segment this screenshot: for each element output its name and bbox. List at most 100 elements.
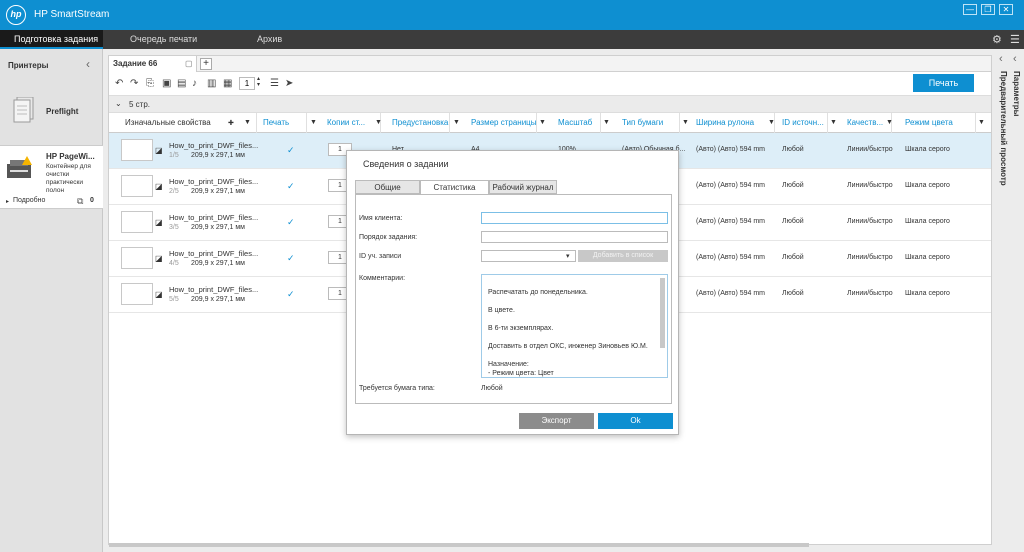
column-roll-width[interactable]: Ширина рулона [692, 113, 775, 133]
column-copies[interactable]: Копии ст... [323, 113, 381, 133]
column-print[interactable]: Печать [259, 113, 307, 133]
account-id-select[interactable]: ▾ [481, 250, 576, 262]
column-quality[interactable]: Качеств... [843, 113, 892, 133]
comments-scrollbar[interactable] [660, 278, 665, 348]
undo-icon[interactable]: ↶ [115, 78, 123, 89]
dialog-title: Сведения о задании [363, 159, 449, 169]
save-icon[interactable]: ▣ [162, 78, 171, 89]
client-name-input[interactable] [481, 212, 668, 224]
copy-icon: ⧉ [77, 196, 84, 206]
menu-print-queue[interactable]: Очередь печати [130, 30, 197, 49]
column-original-properties[interactable]: Изначальные свойства [121, 113, 257, 133]
roll-width-value: (Авто) (Авто) 594 mm [696, 290, 766, 297]
details-link[interactable]: Подробно [13, 197, 45, 204]
pin-icon[interactable]: ✚ [228, 119, 234, 127]
close-icon[interactable]: ✕ [999, 4, 1013, 15]
page-icon: ◪ [155, 290, 163, 299]
column-color-mode[interactable]: Режим цвета [901, 113, 976, 133]
filter-icon[interactable]: ▼ [539, 119, 546, 126]
filter-icon[interactable]: ▼ [978, 119, 985, 126]
preflight-label: Preflight [46, 107, 79, 116]
preflight-item[interactable]: Preflight [0, 93, 103, 141]
column-scale[interactable]: Масштаб [554, 113, 601, 133]
menu-archive[interactable]: Архив [257, 30, 282, 49]
page-thumbnail [121, 139, 153, 161]
tab-parameters[interactable]: Параметры [1012, 71, 1021, 116]
restore-icon[interactable]: ❐ [981, 4, 995, 15]
table-header: Изначальные свойства ✚ ▼ Печать ▼ Копии … [109, 113, 991, 133]
chevron-down-icon[interactable]: ⌄ [115, 99, 122, 108]
add-file-icon[interactable]: ⎘ [146, 78, 154, 89]
menu-job-preparation[interactable]: Подготовка задания [0, 30, 103, 49]
clipboard-icon[interactable]: ▥ [207, 78, 216, 89]
print-button[interactable]: Печать [913, 74, 974, 92]
ok-button[interactable]: Ok [598, 413, 673, 429]
page-count-label: 5 стр. [129, 100, 151, 109]
minimize-icon[interactable]: — [963, 4, 977, 15]
check-icon[interactable]: ✓ [287, 289, 295, 300]
gear-icon[interactable]: ⚙ [992, 33, 1002, 46]
filter-icon[interactable]: ▼ [830, 119, 837, 126]
quality-value: Линии/быстро [847, 218, 893, 225]
redo-icon[interactable]: ↷ [130, 78, 138, 89]
check-icon[interactable]: ✓ [287, 217, 295, 228]
page-size-info: 209,9 x 297,1 мм [191, 152, 245, 159]
tab-work-log[interactable]: Рабочий журнал [489, 180, 557, 194]
chevron-down-icon[interactable]: ▾ [566, 252, 570, 260]
file-name: How_to_print_DWF_files... [169, 177, 259, 186]
page-stepper-icon[interactable]: ▴ ▾ [257, 76, 260, 88]
page-size-info: 209,9 x 297,1 мм [191, 296, 245, 303]
filter-icon[interactable]: ▼ [310, 119, 317, 126]
client-name-label: Имя клиента: [359, 215, 403, 222]
check-icon[interactable]: ✓ [287, 181, 295, 192]
check-icon[interactable]: ✓ [287, 145, 295, 156]
column-source-id[interactable]: ID источн... [778, 113, 828, 133]
printer-item[interactable]: HP PageWi... Контейнер для очистки практ… [0, 145, 103, 209]
chevron-left-icon[interactable]: ‹ [1013, 53, 1017, 65]
column-paper-type[interactable]: Тип бумаги [618, 113, 680, 133]
expand-details-icon[interactable]: ▸ [6, 198, 9, 205]
job-tabs: Задание 66 ▢ + [109, 56, 991, 72]
tab-job-66[interactable]: Задание 66 ▢ [109, 56, 197, 72]
printer-count: 0 [90, 197, 94, 204]
menu-icon[interactable]: ☰ [1010, 33, 1020, 46]
tab-preview[interactable]: Предварительный просмотр [999, 71, 1008, 186]
printer-name: HP PageWi... [46, 152, 95, 161]
list-icon[interactable]: ☰ [270, 78, 279, 89]
printers-header: Принтеры ‹ [0, 49, 103, 79]
filter-icon[interactable]: ▼ [375, 119, 382, 126]
tab-statistics[interactable]: Статистика [420, 180, 489, 195]
page-thumbnail [121, 283, 153, 305]
export-button[interactable]: Экспорт [519, 413, 594, 429]
color-mode-value: Шкала серого [905, 182, 950, 189]
right-side-tabs: ‹ ‹ Предварительный просмотр Параметры [997, 49, 1024, 552]
add-to-list-button[interactable]: Добавить в список [578, 250, 668, 262]
bell-icon[interactable]: ♪ [192, 78, 197, 89]
column-page-size[interactable]: Размер страницы [467, 113, 537, 133]
filter-icon[interactable]: ▼ [603, 119, 610, 126]
close-tab-icon[interactable]: ▢ [185, 56, 193, 72]
column-preset[interactable]: Предустановка [388, 113, 450, 133]
filter-icon[interactable]: ▼ [886, 119, 893, 126]
job-order-input[interactable] [481, 231, 668, 243]
quality-value: Линии/быстро [847, 182, 893, 189]
chevron-left-icon[interactable]: ‹ [999, 53, 1003, 65]
horizontal-scrollbar[interactable] [109, 543, 809, 547]
tab-general[interactable]: Общие [355, 180, 420, 194]
filter-icon[interactable]: ▼ [453, 119, 460, 126]
filter-icon[interactable]: ▼ [768, 119, 775, 126]
page-size-info: 209,9 x 297,1 мм [191, 260, 245, 267]
hp-logo: hp [6, 5, 26, 25]
add-tab-button[interactable]: + [200, 58, 212, 70]
filter-icon[interactable]: ▼ [682, 119, 689, 126]
document-icon[interactable]: ▤ [177, 78, 186, 89]
check-icon[interactable]: ✓ [287, 253, 295, 264]
grid-view-icon[interactable]: ▦ [223, 78, 232, 89]
page-number-input[interactable] [239, 77, 255, 90]
send-icon[interactable]: ➤ [285, 78, 293, 89]
filter-icon[interactable]: ▼ [244, 119, 251, 126]
chevron-left-icon[interactable]: ‹ [86, 57, 90, 71]
page-index: 2/5 [169, 188, 179, 195]
comments-textarea[interactable]: Распечатать до понедельника. В цвете. В … [481, 274, 668, 378]
page-group-bar[interactable]: ⌄ 5 стр. [109, 95, 991, 113]
